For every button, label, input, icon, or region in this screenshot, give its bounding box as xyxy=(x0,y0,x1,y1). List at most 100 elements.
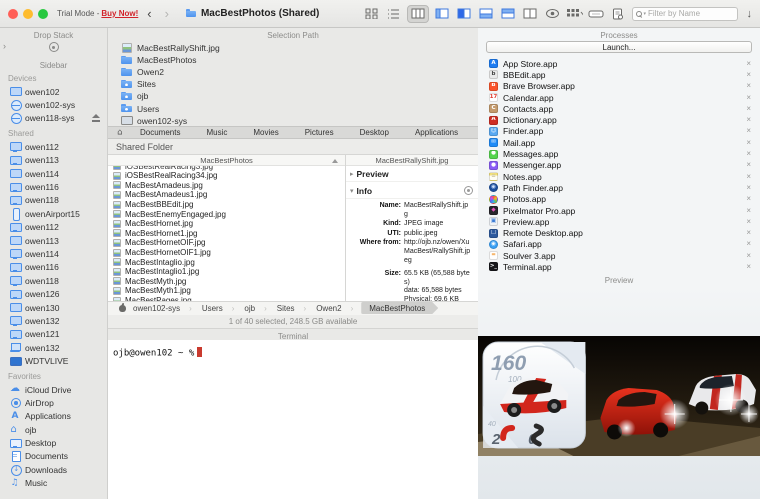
folder-tab[interactable]: Music xyxy=(193,128,240,137)
gear-icon[interactable] xyxy=(463,185,474,196)
sidebar-item[interactable]: Music xyxy=(0,477,107,490)
file-row[interactable]: MacBestHornet.jpg xyxy=(108,219,345,229)
process-row[interactable]: ✉ Mail.app × xyxy=(478,137,760,148)
folder-tab[interactable]: Documents xyxy=(127,128,193,137)
quit-process-button[interactable]: × xyxy=(746,94,751,102)
folder-tab[interactable]: Desktop xyxy=(347,128,402,137)
process-row[interactable]: b BBEdit.app × xyxy=(478,69,760,80)
reports-icon[interactable] xyxy=(610,7,627,21)
view-options-dropdown[interactable] xyxy=(566,7,583,21)
download-arrow-icon[interactable]: ↓ xyxy=(747,8,753,20)
folder-tab[interactable]: Pictures xyxy=(292,128,347,137)
quit-process-button[interactable]: × xyxy=(746,207,751,215)
file-row[interactable]: MacBestMyth.jpg xyxy=(108,277,345,287)
list-view-button[interactable] xyxy=(385,7,402,21)
quit-process-button[interactable]: × xyxy=(746,173,751,181)
keyboard-shortcuts-icon[interactable] xyxy=(588,7,605,21)
sidebar-item[interactable]: AirDrop xyxy=(0,396,107,409)
sidebar-item[interactable]: owen118 xyxy=(0,194,107,207)
process-row[interactable]: ◆ Pixelmator Pro.app × xyxy=(478,205,760,216)
toggle-bottom-panel-button[interactable] xyxy=(478,7,495,21)
process-row[interactable]: ◉ Path Finder.app × xyxy=(478,182,760,193)
column-view-button[interactable] xyxy=(407,5,429,23)
quit-process-button[interactable]: × xyxy=(746,82,751,90)
quit-process-button[interactable]: × xyxy=(746,71,751,79)
file-row[interactable]: MacBestHornetOIF1.jpg xyxy=(108,248,345,258)
process-row[interactable]: C Contacts.app × xyxy=(478,103,760,114)
process-row[interactable]: 17 Calendar.app × xyxy=(478,92,760,103)
preview-disclosure-row[interactable]: ▸ Preview xyxy=(346,166,478,182)
quit-process-button[interactable]: × xyxy=(746,60,751,68)
back-button[interactable]: ‹ xyxy=(143,7,155,20)
file-row[interactable]: MacBestHornetOIF.jpg xyxy=(108,238,345,248)
sidebar-item[interactable]: owen113 xyxy=(0,234,107,247)
quit-process-button[interactable]: × xyxy=(746,218,751,226)
file-row[interactable]: MacBestAmadeus.jpg xyxy=(108,181,345,191)
eject-icon[interactable] xyxy=(91,113,102,124)
file-row[interactable]: MacBestAmadeus1.jpg xyxy=(108,190,345,200)
home-tab-icon[interactable] xyxy=(117,128,126,137)
file-row[interactable]: MacBestMyth1.jpg xyxy=(108,286,345,296)
toggle-top-panel-button[interactable] xyxy=(500,7,517,21)
sidebar-item[interactable]: Documents xyxy=(0,450,107,463)
toggle-left-sidebar-button[interactable] xyxy=(434,7,451,21)
process-row[interactable]: ● Messages.app × xyxy=(478,148,760,159)
file-row[interactable]: MacBestIntaglio1.jpg xyxy=(108,267,345,277)
sidebar-item[interactable]: owen112 xyxy=(0,140,107,153)
folder-tab[interactable]: Applications xyxy=(402,128,471,137)
process-row[interactable]: ≡ Notes.app × xyxy=(478,171,760,182)
sidebar-item[interactable]: owen132 xyxy=(0,341,107,354)
sidebar-item[interactable]: owen102 xyxy=(0,85,107,98)
quit-process-button[interactable]: × xyxy=(746,252,751,260)
process-row[interactable]: B Brave Browser.app × xyxy=(478,81,760,92)
quit-process-button[interactable]: × xyxy=(746,240,751,248)
icon-view-button[interactable] xyxy=(363,7,380,21)
quit-process-button[interactable]: × xyxy=(746,105,751,113)
process-row[interactable]: □ Remote Desktop.app × xyxy=(478,227,760,238)
quit-process-button[interactable]: × xyxy=(746,195,751,203)
process-row[interactable]: ● Messenger.app × xyxy=(478,160,760,171)
quit-process-button[interactable]: × xyxy=(746,263,751,271)
file-row[interactable]: MacBestEnemyEngaged.jpg xyxy=(108,209,345,219)
file-row[interactable]: iOSBestRealRacing34.jpg xyxy=(108,171,345,181)
sidebar-item[interactable]: owen121 xyxy=(0,328,107,341)
file-row[interactable]: MacBestBBEdit.jpg xyxy=(108,200,345,210)
minimize-window-button[interactable] xyxy=(23,9,33,19)
sidebar-item[interactable]: owen116 xyxy=(0,261,107,274)
process-row[interactable]: A Dictionary.app × xyxy=(478,114,760,125)
selection-path-item[interactable]: MacBestRallyShift.jpg xyxy=(121,42,478,54)
forward-button[interactable]: › xyxy=(161,7,173,20)
breadcrumb-item[interactable]: Owen2 xyxy=(311,304,358,313)
selection-path-item[interactable]: MacBestPhotos xyxy=(121,54,478,66)
sidebar-item[interactable]: Downloads xyxy=(0,463,107,476)
process-row[interactable]: ◉ Safari.app × xyxy=(478,239,760,250)
file-row[interactable]: MacBestIntaglio.jpg xyxy=(108,257,345,267)
sidebar-item[interactable]: owen118 xyxy=(0,274,107,287)
file-list-column-header[interactable]: MacBestPhotos xyxy=(108,155,345,166)
selection-path-item[interactable]: Users xyxy=(121,102,478,114)
filter-search-field[interactable]: ▾ xyxy=(632,7,738,21)
quit-process-button[interactable]: × xyxy=(746,150,751,158)
disclosure-collapsed-icon[interactable]: ▸ xyxy=(350,170,354,178)
selection-path-item[interactable]: owen102-sys xyxy=(121,115,478,127)
file-row[interactable]: MacBestHornet1.jpg xyxy=(108,229,345,239)
sidebar-item[interactable]: owen112 xyxy=(0,221,107,234)
sidebar-item[interactable]: owen114 xyxy=(0,167,107,180)
sidebar-item[interactable]: owen114 xyxy=(0,247,107,260)
selection-path-item[interactable]: Sites xyxy=(121,78,478,90)
process-row[interactable]: = Soulver 3.app × xyxy=(478,250,760,261)
sidebar-item[interactable]: Desktop xyxy=(0,436,107,449)
sidebar-item[interactable]: owen116 xyxy=(0,180,107,193)
quit-process-button[interactable]: × xyxy=(746,139,751,147)
selection-path-item[interactable]: ojb xyxy=(121,90,478,102)
breadcrumb-item[interactable]: Users xyxy=(197,304,240,313)
dual-pane-button[interactable] xyxy=(522,7,539,21)
drop-stack-zone[interactable]: › xyxy=(0,40,107,58)
quit-process-button[interactable]: × xyxy=(746,116,751,124)
quit-process-button[interactable]: × xyxy=(746,161,751,169)
sidebar-item[interactable]: owen130 xyxy=(0,301,107,314)
disclosure-expanded-icon[interactable]: ▾ xyxy=(350,187,354,195)
sidebar-item[interactable]: owen126 xyxy=(0,287,107,300)
terminal-pane[interactable]: ojb@owen102 ~ % xyxy=(108,340,478,499)
close-window-button[interactable] xyxy=(8,9,18,19)
